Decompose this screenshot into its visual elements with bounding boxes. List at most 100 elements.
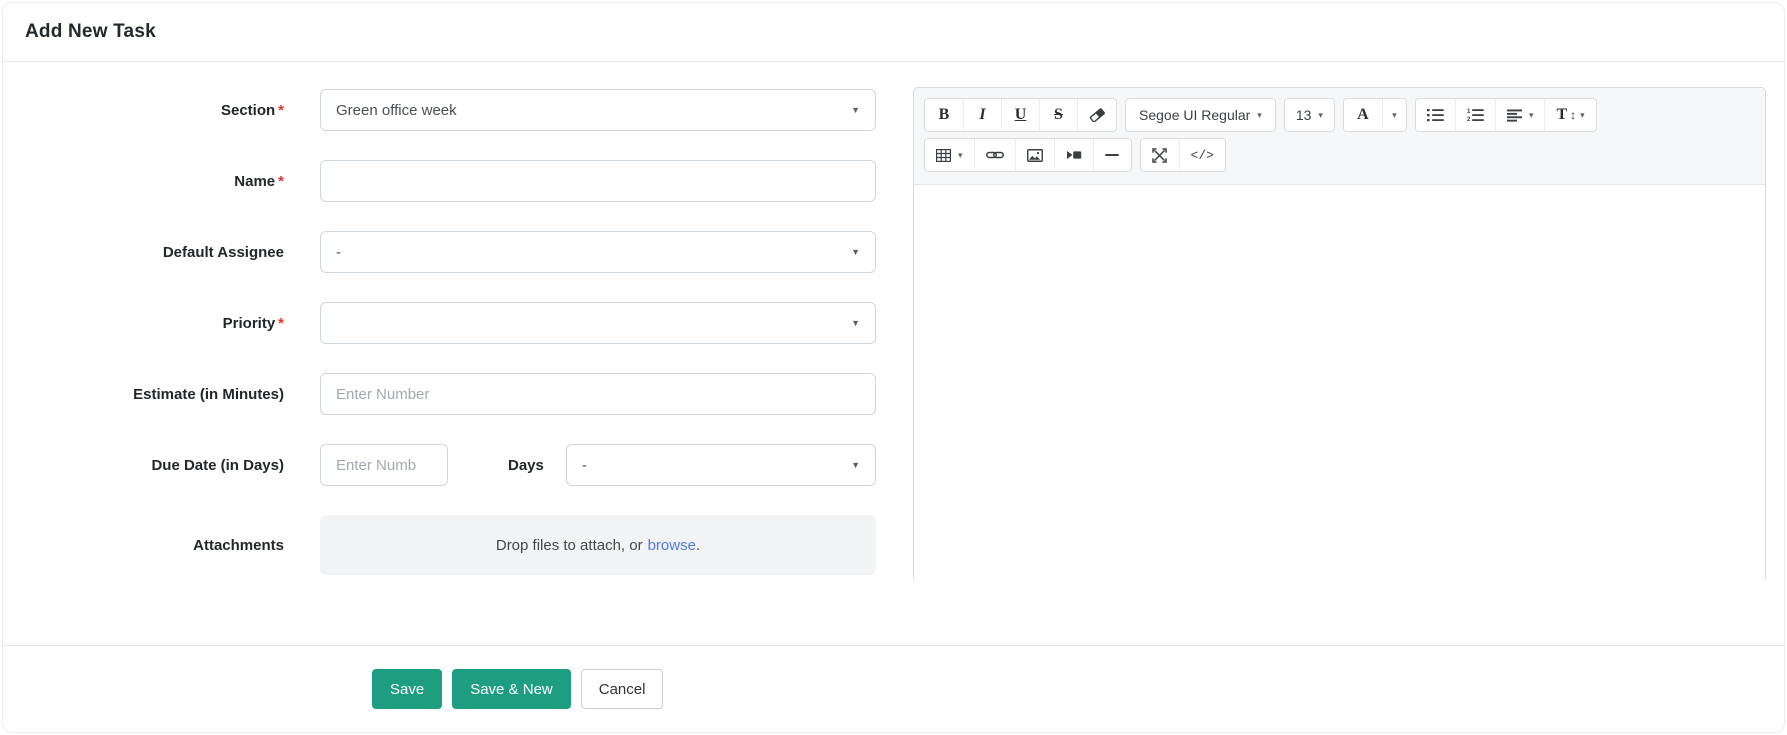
code-view-icon: </> [1191, 148, 1214, 163]
svg-text:2: 2 [1467, 117, 1471, 122]
save-button[interactable]: Save [372, 669, 442, 709]
cancel-button[interactable]: Cancel [581, 669, 664, 709]
strikethrough-button[interactable]: S [1039, 99, 1077, 131]
font-color-button[interactable]: A [1344, 99, 1382, 131]
name-input[interactable] [320, 160, 876, 202]
line-height-icon: T [1556, 106, 1567, 124]
required-asterisk: * [278, 173, 284, 190]
name-label: Name* [3, 173, 284, 190]
default-assignee-select[interactable]: - ▼ [320, 231, 876, 273]
insert-table-button[interactable]: ▾ [925, 139, 974, 171]
ordered-list-icon: 12 [1467, 108, 1484, 122]
add-task-panel: Add New Task Section* Green office week … [2, 2, 1785, 733]
font-name-button[interactable]: Segoe UI Regular ▾ [1126, 99, 1275, 131]
toolbar-row-2: ▾ [924, 138, 1755, 172]
font-color-group: A ▾ [1343, 98, 1407, 132]
paragraph-align-button[interactable]: ▾ [1495, 99, 1545, 131]
font-color-icon: A [1357, 106, 1369, 124]
underline-button[interactable]: U [1001, 99, 1039, 131]
page-title: Add New Task [25, 21, 156, 43]
caret-down-icon: ▾ [1392, 111, 1397, 120]
days-select[interactable]: - ▼ [566, 444, 876, 486]
required-asterisk: * [278, 102, 284, 119]
horizontal-rule-button[interactable] [1093, 139, 1131, 171]
section-row: Section* Green office week ▼ [3, 89, 893, 131]
editor-content-area[interactable] [914, 185, 1765, 583]
days-label: Days [508, 457, 544, 474]
estimate-label: Estimate (in Minutes) [3, 386, 284, 403]
dropzone-text-suffix: . [696, 537, 700, 554]
font-color-caret-button[interactable]: ▾ [1382, 99, 1406, 131]
toolbar-row-1: B I U S [924, 98, 1755, 132]
italic-button[interactable]: I [963, 99, 1001, 131]
name-row: Name* [3, 160, 893, 202]
section-select-value: Green office week [336, 102, 457, 119]
bold-button[interactable]: B [925, 99, 963, 131]
fullscreen-icon [1152, 148, 1167, 163]
dropzone-text: Drop files to attach, or [496, 537, 643, 554]
caret-down-icon: ▼ [851, 106, 860, 115]
default-assignee-select-value: - [336, 244, 341, 261]
caret-down-icon: ▾ [958, 151, 963, 160]
paragraph-align-icon [1507, 109, 1522, 122]
italic-icon: I [979, 106, 985, 124]
caret-down-icon: ▾ [1257, 111, 1262, 120]
svg-text:1: 1 [1467, 109, 1471, 115]
attachments-row: Attachments Drop files to attach, or bro… [3, 515, 893, 575]
save-and-new-button[interactable]: Save & New [452, 669, 571, 709]
description-editor: B I U S [913, 87, 1766, 582]
font-size-group: 13 ▾ [1284, 98, 1335, 132]
caret-down-icon: ▼ [851, 248, 860, 257]
ordered-list-button[interactable]: 12 [1455, 99, 1495, 131]
estimate-row: Estimate (in Minutes) [3, 373, 893, 415]
video-icon [1066, 149, 1082, 161]
code-view-button[interactable]: </> [1179, 139, 1225, 171]
estimate-input[interactable] [320, 373, 876, 415]
image-icon [1027, 149, 1043, 162]
bold-icon: B [939, 106, 950, 124]
fullscreen-button[interactable] [1141, 139, 1179, 171]
priority-select[interactable]: ▼ [320, 302, 876, 344]
clear-format-button[interactable] [1077, 99, 1116, 131]
horizontal-rule-icon [1105, 153, 1119, 157]
caret-down-icon: ▾ [1580, 111, 1585, 120]
default-assignee-row: Default Assignee - ▼ [3, 231, 893, 273]
panel-footer: Save Save & New Cancel [3, 645, 1784, 732]
days-select-value: - [582, 457, 587, 474]
underline-icon: U [1015, 106, 1027, 124]
priority-label: Priority* [3, 315, 284, 332]
updown-arrow-icon: ↕ [1570, 108, 1576, 122]
section-label: Section* [3, 102, 284, 119]
insert-button-group: ▾ [924, 138, 1132, 172]
caret-down-icon: ▼ [851, 319, 860, 328]
required-asterisk: * [278, 315, 284, 332]
view-button-group: </> [1140, 138, 1226, 172]
unordered-list-icon [1427, 108, 1444, 122]
table-icon [936, 149, 951, 162]
task-form: Section* Green office week ▼ Name* Defau… [3, 62, 893, 604]
caret-down-icon: ▾ [1529, 111, 1534, 120]
file-dropzone[interactable]: Drop files to attach, or browse . [320, 515, 876, 575]
style-button-group: B I U S [924, 98, 1117, 132]
section-select[interactable]: Green office week ▼ [320, 89, 876, 131]
eraser-icon [1089, 108, 1105, 122]
insert-link-button[interactable] [974, 139, 1015, 171]
panel-body: Section* Green office week ▼ Name* Defau… [3, 62, 1784, 650]
insert-video-button[interactable] [1054, 139, 1093, 171]
link-icon [986, 149, 1004, 161]
font-name-group: Segoe UI Regular ▾ [1125, 98, 1276, 132]
priority-row: Priority* ▼ [3, 302, 893, 344]
attachments-label: Attachments [3, 537, 284, 554]
default-assignee-label: Default Assignee [3, 244, 284, 261]
due-date-input[interactable] [320, 444, 448, 486]
line-height-button[interactable]: T ↕ ▾ [1544, 99, 1595, 131]
due-date-label: Due Date (in Days) [3, 457, 284, 474]
strikethrough-icon: S [1054, 106, 1063, 124]
panel-header: Add New Task [3, 3, 1784, 62]
insert-image-button[interactable] [1015, 139, 1054, 171]
browse-link[interactable]: browse [648, 537, 696, 554]
editor-toolbar: B I U S [914, 88, 1765, 185]
unordered-list-button[interactable] [1416, 99, 1455, 131]
caret-down-icon: ▼ [851, 461, 860, 470]
font-size-button[interactable]: 13 ▾ [1285, 99, 1334, 131]
